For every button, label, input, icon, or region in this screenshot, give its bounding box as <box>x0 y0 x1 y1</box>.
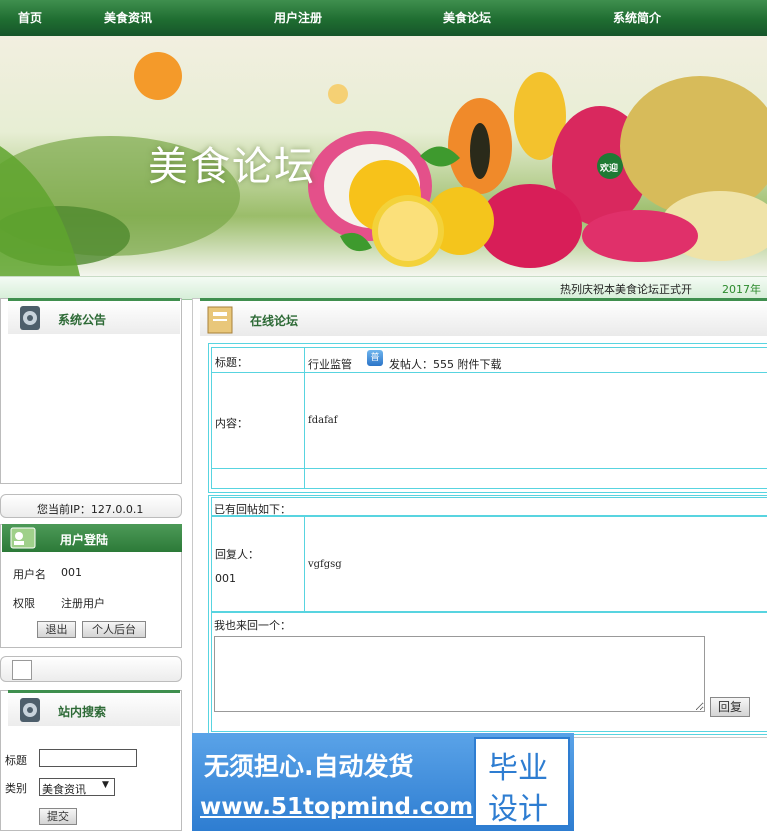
note-icon[interactable]: 普 <box>367 350 383 366</box>
replies-header: 已有回帖如下： <box>214 503 291 516</box>
watermark-badge: 毕业 设计 <box>474 737 570 827</box>
role-label: 权限 <box>13 597 35 610</box>
top-nav: 首页 美食资讯 用户注册 美食论坛 系统简介 <box>0 0 767 36</box>
nav-register[interactable]: 用户注册 <box>274 9 322 26</box>
banner: 美食论坛 欢迎 <box>0 36 767 276</box>
watermark-line2: www.51topmind.com <box>200 794 474 820</box>
reply-content: vgfgsg <box>308 559 342 570</box>
search-title: 站内搜索 <box>58 705 107 719</box>
forum-title: 在线论坛 <box>250 314 299 328</box>
username-value: 001 <box>61 566 82 579</box>
announcement-title: 系统公告 <box>58 313 107 327</box>
reply-label: 回复人： <box>215 548 259 561</box>
search-title-input[interactable] <box>39 749 137 767</box>
notebook-icon <box>207 306 233 334</box>
announcement-header: 系统公告 <box>8 298 180 334</box>
content-label-cell: 内容： <box>211 372 305 469</box>
empty-cell <box>211 468 305 489</box>
title-label: 标题： <box>215 356 248 369</box>
nav-home[interactable]: 首页 <box>18 9 42 26</box>
speaker-icon <box>20 306 40 330</box>
nav-forum[interactable]: 美食论坛 <box>443 9 491 26</box>
search-header: 站内搜索 <box>8 690 180 726</box>
role-value: 注册用户 <box>61 597 105 610</box>
reply-submit-button[interactable]: 回复 <box>710 697 750 717</box>
speaker-icon <box>20 698 40 722</box>
user-backend-button[interactable]: 个人后台 <box>82 621 146 638</box>
watermark-line1: 无须担心.自动发货 <box>204 752 414 781</box>
search-category-label: 类别 <box>5 782 27 795</box>
category-value: 美食资讯 <box>42 783 86 796</box>
nav-food-news[interactable]: 美食资讯 <box>104 9 152 26</box>
banner-title: 美食论坛 <box>148 144 316 190</box>
user-card-icon <box>10 527 36 549</box>
checkbox-icon[interactable] <box>12 660 32 680</box>
news-ticker: 热列庆祝本美食论坛正式开 2017年5月 <box>0 276 767 312</box>
ip-panel: 您当前IP：127.0.0.1 <box>0 494 182 518</box>
reply-textarea[interactable] <box>214 636 705 712</box>
logout-button[interactable]: 退出 <box>37 621 76 638</box>
calendar-panel <box>0 656 182 682</box>
reply-user: 001 <box>215 572 236 585</box>
reply-form-label: 我也来回一个： <box>214 619 291 632</box>
nav-about[interactable]: 系统简介 <box>613 9 661 26</box>
reply-user-cell: 回复人： 001 <box>211 516 305 612</box>
content-label: 内容： <box>215 417 248 430</box>
banner-fruit-illustration <box>0 52 767 276</box>
reply-content-cell: vgfgsg <box>304 516 767 612</box>
ip-text: 您当前IP：127.0.0.1 <box>37 503 144 516</box>
watermark-banner: 无须担心.自动发货 www.51topmind.com 毕业 设计 <box>192 733 574 831</box>
chevron-down-icon: ▼ <box>102 780 109 790</box>
ticker-text: 热列庆祝本美食论坛正式开 <box>560 283 692 296</box>
login-title: 用户登陆 <box>60 533 109 547</box>
title-label-cell: 标题： <box>211 347 305 373</box>
title-value-cell: 行业监管 普 发帖人：555 附件下载 <box>304 347 767 373</box>
search-title-label: 标题 <box>5 754 27 767</box>
banner-badge: 欢迎 <box>600 164 619 174</box>
empty-cell <box>304 468 767 489</box>
login-header: 用户登陆 <box>2 524 182 552</box>
username-label: 用户名 <box>13 568 46 581</box>
post-title: 行业监管 <box>308 358 352 371</box>
content-value-cell: fdafaf <box>304 372 767 469</box>
watermark-badge-line2: 设计 <box>488 792 548 827</box>
search-submit-button[interactable]: 提交 <box>39 808 77 825</box>
category-select[interactable]: 美食资讯 ▼ <box>39 778 115 796</box>
replies-header-cell: 已有回帖如下： <box>211 497 767 516</box>
watermark-badge-line1: 毕业 <box>488 751 548 786</box>
post-author[interactable]: 发帖人：555 附件下载 <box>389 356 502 372</box>
forum-header: 在线论坛 <box>200 298 767 336</box>
post-content: fdafaf <box>308 415 338 426</box>
